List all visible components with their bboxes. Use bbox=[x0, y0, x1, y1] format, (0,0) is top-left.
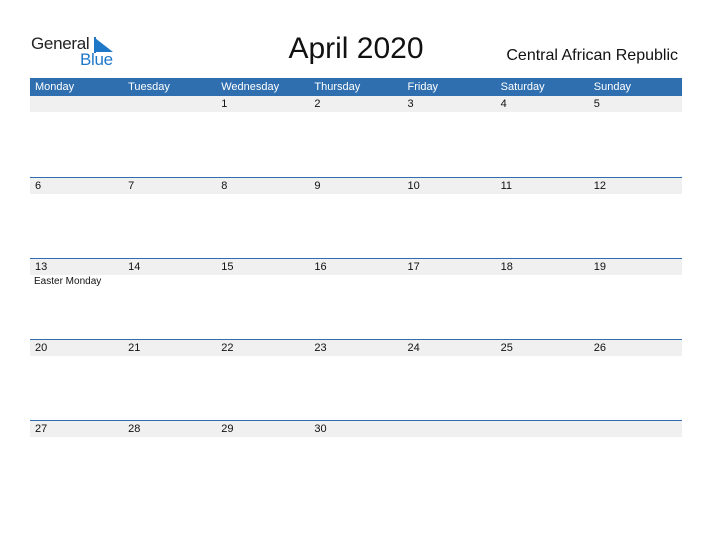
day-number: 26 bbox=[593, 342, 606, 354]
day-number: 18 bbox=[500, 261, 513, 273]
day-number: 14 bbox=[128, 261, 141, 273]
day-number bbox=[30, 96, 123, 112]
day-number: 22 bbox=[221, 342, 234, 354]
day-number: 28 bbox=[128, 423, 141, 435]
day-number: 23 bbox=[314, 342, 327, 354]
holiday-label bbox=[589, 275, 682, 289]
day-number: 20 bbox=[35, 342, 48, 354]
day-number: 24 bbox=[407, 342, 420, 354]
day-number bbox=[589, 421, 682, 437]
day-number: 5 bbox=[593, 98, 600, 110]
day-number: 1 bbox=[221, 98, 228, 110]
day-number-row: 27 28 29 30 bbox=[30, 421, 682, 437]
day-number: 6 bbox=[35, 180, 42, 192]
weekday-header: Monday Tuesday Wednesday Thursday Friday… bbox=[30, 78, 682, 96]
day-number: 8 bbox=[221, 180, 228, 192]
week-row: 20 21 22 23 24 25 26 bbox=[30, 339, 682, 419]
day-number: 21 bbox=[128, 342, 141, 354]
holiday-label bbox=[309, 275, 402, 289]
day-number-row: 13 14 15 16 17 18 19 bbox=[30, 259, 682, 275]
week-row: 1 2 3 4 5 bbox=[30, 96, 682, 176]
day-number: 27 bbox=[35, 423, 48, 435]
week-row: 27 28 29 30 bbox=[30, 420, 682, 500]
holiday-label: Easter Monday bbox=[34, 276, 102, 287]
country-name: Central African Republic bbox=[506, 47, 678, 64]
day-number: 17 bbox=[407, 261, 420, 273]
day-number-row: 6 7 8 9 10 11 12 bbox=[30, 178, 682, 194]
weekday-sunday: Sunday bbox=[593, 81, 632, 93]
day-number: 3 bbox=[407, 98, 414, 110]
day-number: 19 bbox=[593, 261, 606, 273]
holiday-label bbox=[216, 275, 309, 289]
weekday-thursday: Thursday bbox=[314, 81, 361, 93]
holiday-label bbox=[496, 275, 589, 289]
day-number: 25 bbox=[500, 342, 513, 354]
day-number: 10 bbox=[407, 180, 420, 192]
holiday-label bbox=[123, 275, 216, 289]
day-number: 4 bbox=[500, 98, 507, 110]
day-number: 13 bbox=[35, 261, 48, 273]
day-number bbox=[496, 421, 589, 437]
day-number: 15 bbox=[221, 261, 234, 273]
day-number-row: 20 21 22 23 24 25 26 bbox=[30, 340, 682, 356]
day-number-row: 1 2 3 4 5 bbox=[30, 96, 682, 112]
day-number: 7 bbox=[128, 180, 135, 192]
weekday-tuesday: Tuesday bbox=[128, 81, 170, 93]
holiday-label bbox=[403, 275, 496, 289]
day-number: 2 bbox=[314, 98, 321, 110]
day-number: 30 bbox=[314, 423, 327, 435]
day-number: 29 bbox=[221, 423, 234, 435]
weekday-wednesday: Wednesday bbox=[221, 81, 280, 93]
week-row: 6 7 8 9 10 11 12 bbox=[30, 177, 682, 257]
day-number: 12 bbox=[593, 180, 606, 192]
week-row: 13 14 15 16 17 18 19 Easter Monday bbox=[30, 258, 682, 338]
day-number: 11 bbox=[500, 180, 513, 192]
day-number: 9 bbox=[314, 180, 321, 192]
weekday-monday: Monday bbox=[35, 81, 75, 93]
weekday-friday: Friday bbox=[407, 81, 439, 93]
weekday-saturday: Saturday bbox=[500, 81, 545, 93]
events-row: Easter Monday bbox=[30, 275, 682, 289]
day-number bbox=[123, 96, 216, 112]
day-number bbox=[403, 421, 496, 437]
day-number: 16 bbox=[314, 261, 327, 273]
